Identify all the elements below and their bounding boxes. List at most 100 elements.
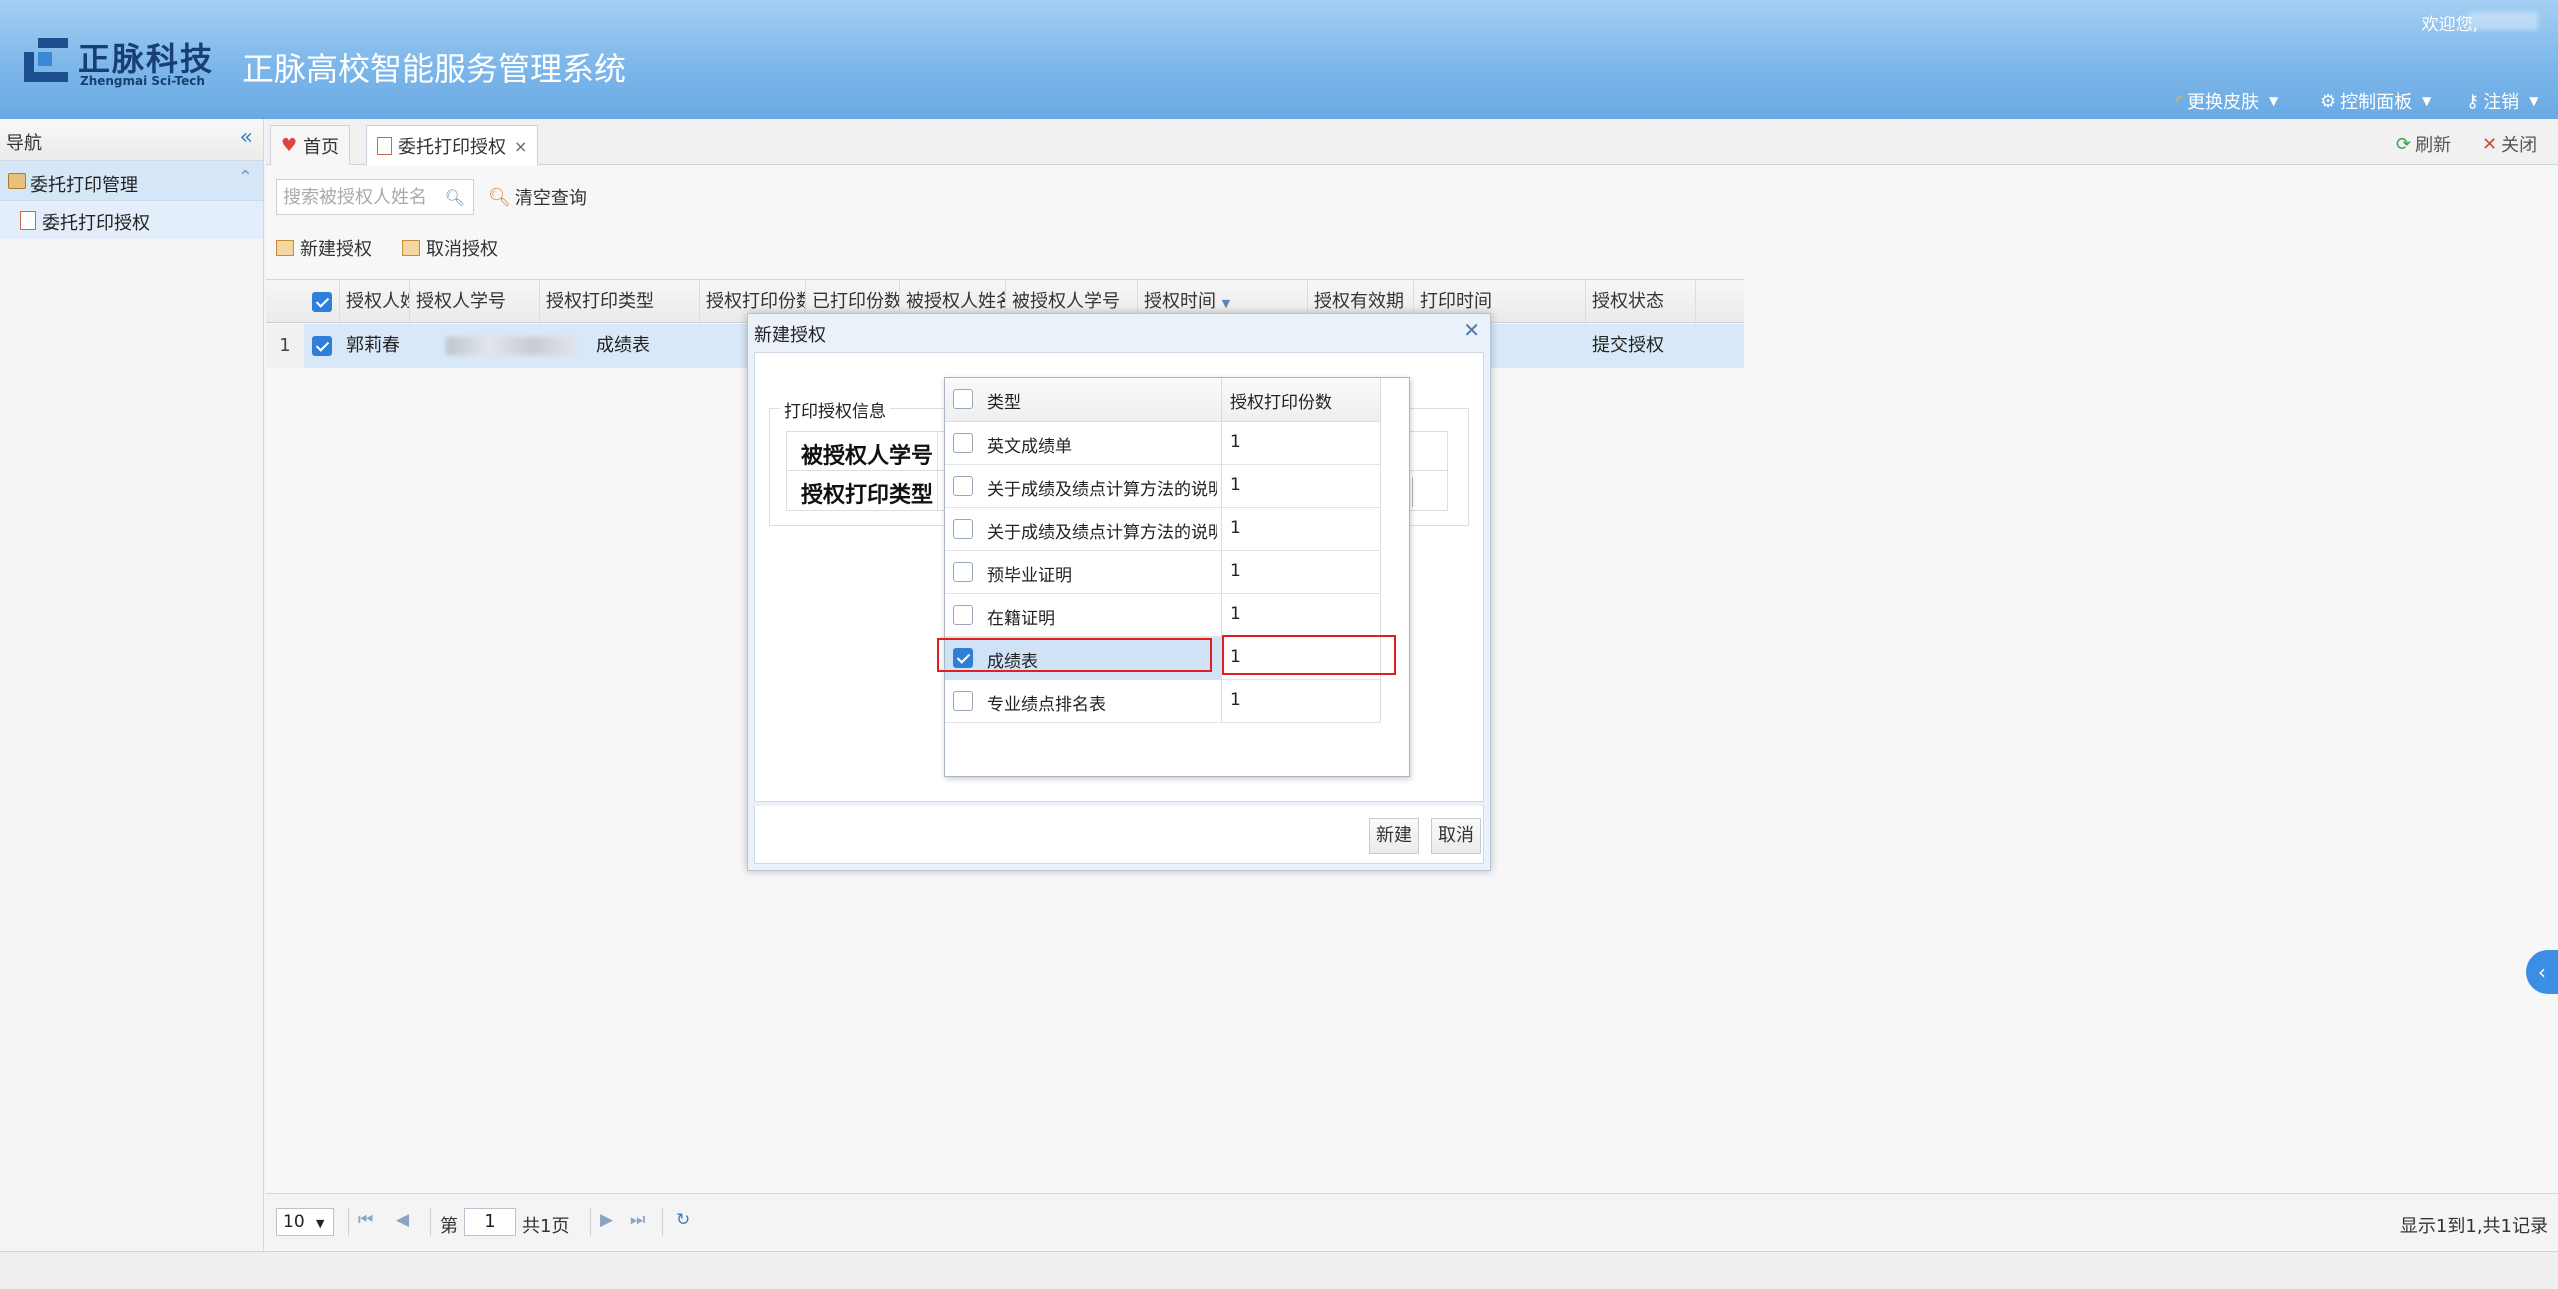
col-header[interactable]: 授权状态 [1586,280,1696,324]
cancel-button[interactable]: 取消 [1431,818,1481,854]
logo-mark-icon [24,38,68,82]
company-logo: 正脉科技 Zhengmai Sci-Tech [24,34,224,90]
close-icon: ✕ [2482,133,2498,155]
next-page-icon[interactable]: ▶ [600,1210,613,1230]
sidebar-title: 导航 [6,133,42,154]
last-page-icon[interactable]: ⏭ [630,1210,645,1230]
sidebar-group-entrust-print[interactable]: 委托打印管理 ⌃ [0,161,263,201]
select-all-checkbox[interactable] [953,389,973,409]
field-label: 被授权人学号 [801,444,934,469]
clear-query-button[interactable]: 🔍︎ 清空查询 [488,184,587,210]
copies-value[interactable]: 1 [1230,475,1241,495]
row-checkbox[interactable] [953,691,973,711]
status-bar [0,1251,2558,1289]
new-auth-button[interactable]: 新建授权 [276,235,372,261]
refresh-button[interactable]: ⟳ 刷新 [2396,131,2451,157]
page-total: 共1页 [522,1216,570,1237]
search-input[interactable] [277,180,437,214]
col-header[interactable]: 授权人姓名 [340,280,410,324]
copies-value[interactable]: 1 [1230,518,1241,538]
list-item[interactable]: 关于成绩及绩点计算方法的说明 1 [945,508,1381,551]
sidebar-group-label: 委托打印管理 [30,175,138,196]
col-header[interactable]: 授权人学号 [410,280,540,324]
search-box: 🔍︎ [276,179,474,215]
key-icon: ⚷ [2466,90,2480,112]
row-checkbox[interactable] [953,562,973,582]
chevron-left-icon: ‹ [2538,960,2546,984]
sidebar-header: 导航 « [0,119,263,161]
tab-active-label: 委托打印授权 [398,137,506,158]
page-number-input[interactable]: 1 [464,1208,516,1236]
action-toolbar: 新建授权 取消授权 [276,231,498,265]
type-label: 英文成绩单 [987,437,1072,457]
logo-subtext: Zhengmai Sci-Tech [80,74,205,88]
folder-icon [8,173,26,189]
rainbow-icon: ◜ [2176,90,2183,112]
sort-desc-icon: ▼ [1221,297,1231,310]
cell-student-id-redacted [440,324,590,368]
list-item[interactable]: 英文成绩单 1 [945,422,1381,465]
row-checkbox[interactable] [953,433,973,453]
heart-icon: ♥ [281,135,298,156]
dialog-title: 新建授权 [754,325,826,346]
tab-entrust-print-auth[interactable]: 委托打印授权 × [366,125,539,166]
close-label: 关闭 [2501,135,2538,156]
cancel-auth-button[interactable]: 取消授权 [402,235,498,261]
chevron-down-icon: ▼ [2529,94,2539,108]
row-checkbox[interactable] [953,519,973,539]
dialog-header: 新建授权 ✕ [748,314,1490,350]
select-all-checkbox[interactable] [304,280,340,324]
field-label: 授权打印类型 [801,483,934,508]
gear-icon: ⚙ [2320,90,2337,112]
search-toolbar: 🔍︎ 🔍︎ 清空查询 [276,177,587,217]
chevron-down-icon: ▼ [316,1217,325,1230]
page-size-value: 10 [283,1212,305,1232]
close-tab-button[interactable]: ✕ 关闭 [2482,131,2537,157]
prev-page-icon[interactable]: ◀ [396,1210,409,1230]
row-checkbox[interactable] [953,605,973,625]
copies-value[interactable]: 1 [1230,604,1241,624]
page-size-select[interactable]: 10 ▼ [276,1208,334,1236]
col-header[interactable]: 授权打印类型 [540,280,700,324]
row-checkbox[interactable] [953,476,973,496]
type-label: 关于成绩及绩点计算方法的说明 [987,523,1217,543]
skin-menu[interactable]: ◜ 更换皮肤 ▼ [2176,88,2278,114]
tab-home-label: 首页 [303,136,340,158]
pagination: 10 ▼ ⏮ ◀ 第 1 共1页 ▶ ⏭ ↻ 显示1到1,共1记录 [266,1193,2558,1249]
document-icon [377,137,392,155]
list-item[interactable]: 预毕业证明 1 [945,551,1381,594]
list-item[interactable]: 关于成绩及绩点计算方法的说明 1 [945,465,1381,508]
tab-home[interactable]: ♥ 首页 [270,125,351,165]
refresh-label: 刷新 [2415,135,2452,156]
type-label: 关于成绩及绩点计算方法的说明 [987,480,1217,500]
cancel-auth-label: 取消授权 [426,239,498,260]
create-button[interactable]: 新建 [1369,818,1419,854]
page-info: 显示1到1,共1记录 [2399,1216,2548,1237]
copies-value[interactable]: 1 [1230,561,1241,581]
chevron-up-icon[interactable]: ⌃ [238,167,253,188]
cell-status: 提交授权 [1592,335,1664,356]
first-page-icon[interactable]: ⏮ [358,1210,373,1230]
sidebar-item-entrust-print-auth[interactable]: 委托打印授权 [0,201,263,239]
collapse-left-icon[interactable]: « [240,125,253,150]
type-label: 在籍证明 [987,609,1055,629]
close-icon[interactable]: × [514,137,527,156]
fieldset-legend: 打印授权信息 [780,397,890,422]
logout-menu[interactable]: ⚷ 注销 ▼ [2466,88,2538,114]
copies-value[interactable]: 1 [1230,690,1241,710]
type-label: 专业绩点排名表 [987,695,1106,715]
control-panel-menu[interactable]: ⚙ 控制面板 ▼ [2320,88,2431,114]
copies-value[interactable]: 1 [1230,432,1241,452]
chevron-down-icon: ▼ [2268,94,2279,108]
list-item[interactable]: 专业绩点排名表 1 [945,680,1381,723]
search-icon[interactable]: 🔍︎ [445,188,465,207]
reload-icon[interactable]: ↻ [676,1210,690,1230]
close-icon[interactable]: ✕ [1463,318,1480,342]
app-title: 正脉高校智能服务管理系统 [242,50,627,88]
list-item[interactable]: 在籍证明 1 [945,594,1381,637]
sidebar: 导航 « 委托打印管理 ⌃ 委托打印授权 [0,119,264,1251]
app-header: 正脉科技 Zhengmai Sci-Tech 正脉高校智能服务管理系统 欢迎您,… [0,0,2558,119]
tab-bar: ♥ 首页 委托打印授权 × ⟳ 刷新 ✕ 关闭 [266,119,2558,166]
remove-icon [402,240,420,256]
row-checkbox[interactable] [304,324,340,368]
